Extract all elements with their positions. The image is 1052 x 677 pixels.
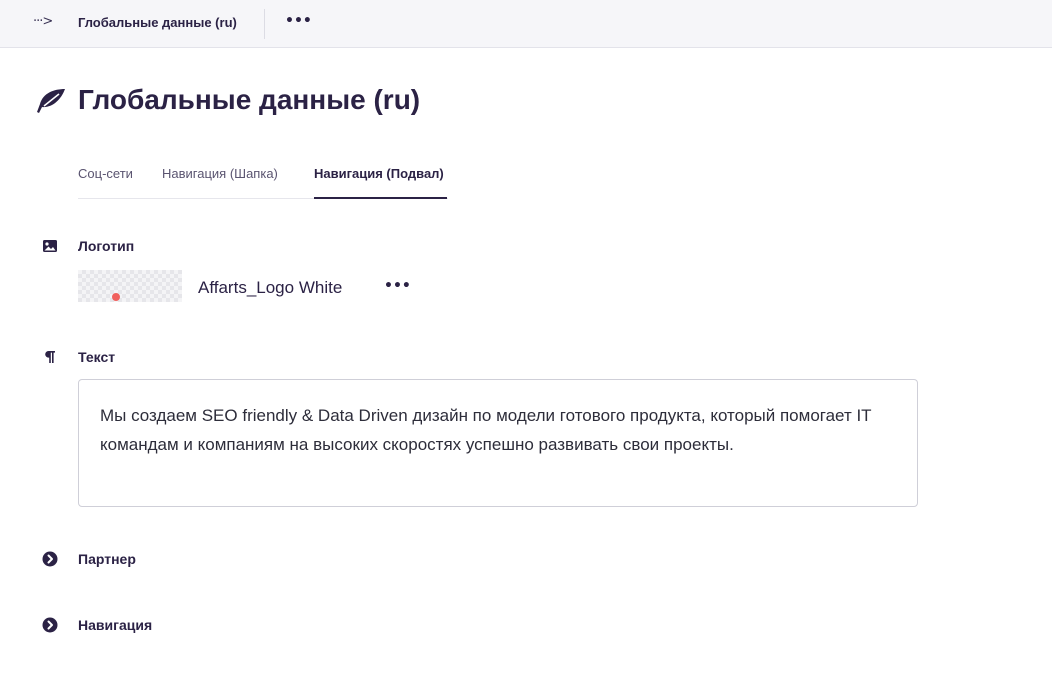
back-arrow-icon[interactable]: ···>: [33, 14, 53, 29]
page-title: Глобальные данные (ru): [78, 84, 421, 115]
feather-leaf-icon: [37, 89, 65, 113]
logo-thumbnail[interactable]: [78, 270, 182, 302]
chevron-right-circle-icon[interactable]: [42, 551, 58, 567]
partner-section-label[interactable]: Партнер: [78, 551, 136, 567]
chevron-right-circle-icon[interactable]: [42, 617, 58, 633]
logo-file-name: Affarts_Logo White: [198, 278, 343, 297]
image-icon: [43, 240, 57, 252]
text-section-label: Текст: [78, 349, 116, 365]
logo-section-label: Логотип: [78, 238, 135, 254]
logo-more-button[interactable]: •••: [384, 278, 411, 294]
logo-accent-dot: [112, 293, 120, 301]
tab-social[interactable]: Соц-сети: [78, 166, 133, 181]
tab-header-navigation[interactable]: Навигация (Шапка): [162, 166, 278, 181]
text-field[interactable]: Мы создаем SEO friendly & Data Driven ди…: [78, 379, 918, 507]
top-bar: ···> Глобальные данные (ru) •••: [0, 0, 1052, 48]
paragraph-icon: [45, 351, 55, 363]
breadcrumb-title: Глобальные данные (ru): [78, 15, 237, 30]
more-options-button[interactable]: •••: [285, 13, 312, 29]
tab-footer-navigation[interactable]: Навигация (Подвал): [314, 166, 444, 181]
breadcrumb-divider: [264, 9, 265, 39]
active-tab-indicator: [314, 197, 447, 199]
tab-bar: Соц-сети Навигация (Шапка) Навигация (По…: [78, 160, 448, 199]
navigation-section-label[interactable]: Навигация: [78, 617, 152, 633]
